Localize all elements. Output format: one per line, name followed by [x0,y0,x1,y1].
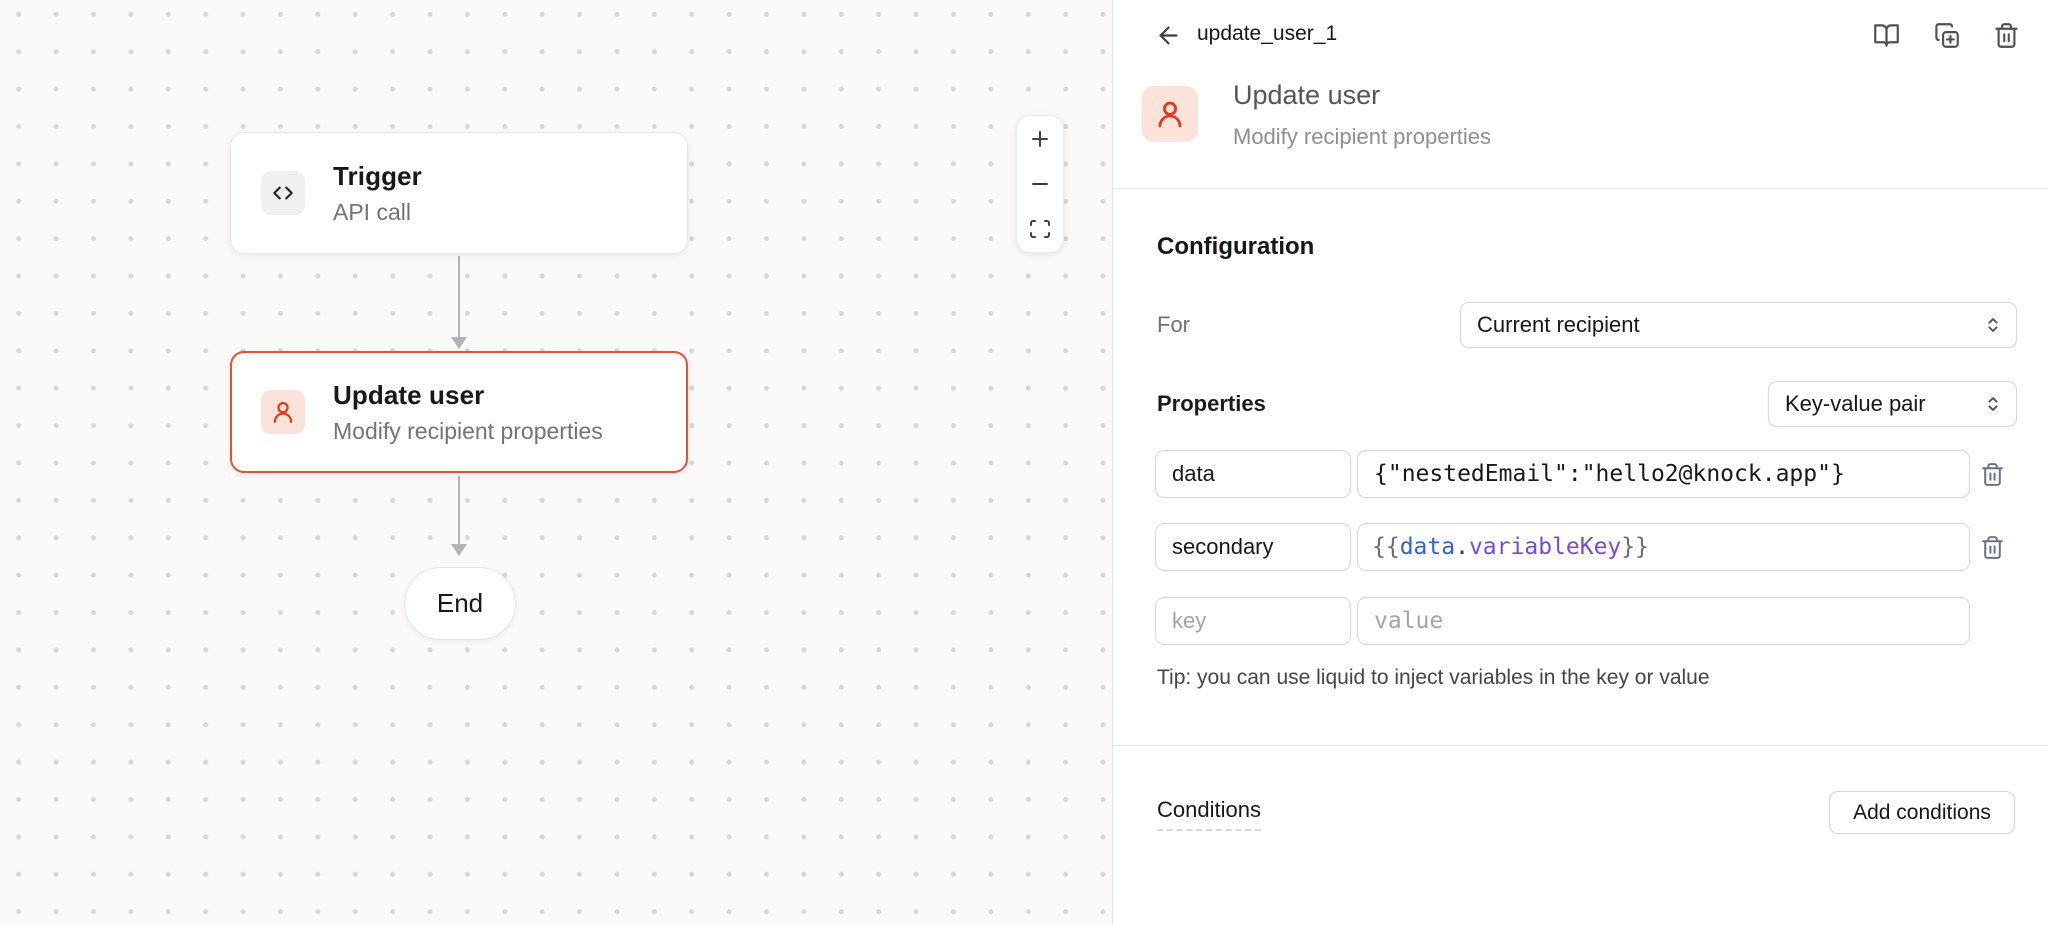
node-subtitle: API call [333,197,422,227]
liquid-dot: . [1455,534,1469,560]
arrowhead-icon [451,544,467,556]
value-input-empty[interactable] [1357,597,1970,645]
chevrons-up-down-icon [1982,393,2004,415]
update-user-node-text: Update user Modify recipient properties [333,378,603,446]
fit-view-icon [1028,217,1052,241]
for-label: For [1157,312,1190,338]
properties-label: Properties [1157,391,1266,417]
node-title: Update user [333,378,603,412]
user-icon [1154,98,1186,130]
minus-icon [1028,172,1052,196]
back-button[interactable] [1151,18,1185,52]
arrow-left-icon [1155,22,1182,49]
conditions-heading: Conditions [1157,797,1261,831]
trash-icon [1980,462,2005,487]
trigger-node-text: Trigger API call [333,159,422,227]
step-key: update_user_1 [1197,22,1337,46]
liquid-property: variableKey [1469,534,1621,560]
section-divider [1113,745,2048,746]
step-hero-icon [1142,86,1198,142]
update-user-node[interactable]: Update user Modify recipient properties [230,351,688,473]
liquid-open-braces: {{ [1372,534,1400,560]
properties-mode-value: Key-value pair [1785,391,1926,417]
zoom-toolbar [1016,115,1064,253]
step-subtitle: Modify recipient properties [1233,122,1491,152]
step-title: Update user [1233,78,1380,112]
end-node[interactable]: End [404,567,516,640]
duplicate-button[interactable] [1926,15,1966,55]
configuration-heading: Configuration [1157,233,1314,261]
row-delete-button[interactable] [1975,530,2009,564]
properties-mode-select[interactable]: Key-value pair [1768,381,2017,427]
liquid-value-field[interactable]: {{data.variableKey}} [1357,523,1970,571]
docs-button[interactable] [1866,15,1906,55]
delete-step-button[interactable] [1986,15,2026,55]
trash-icon [1993,22,2020,49]
for-select[interactable]: Current recipient [1460,302,2017,348]
trigger-node[interactable]: Trigger API call [230,132,688,254]
key-input-empty[interactable] [1155,597,1351,645]
key-input[interactable] [1155,450,1351,498]
for-select-value: Current recipient [1477,312,1640,338]
node-title: Trigger [333,159,422,193]
value-input[interactable] [1357,450,1970,498]
book-open-icon [1873,22,1900,49]
workflow-canvas[interactable]: Trigger API call Update user Modify reci… [0,0,1112,925]
row-delete-button[interactable] [1975,457,2009,491]
plus-icon [1028,127,1052,151]
node-subtitle: Modify recipient properties [333,416,603,446]
header-divider [1113,188,2048,189]
zoom-out-button[interactable] [1017,161,1063,206]
liquid-object: data [1400,534,1455,560]
add-conditions-button[interactable]: Add conditions [1829,791,2015,834]
trash-icon [1980,535,2005,560]
fit-view-button[interactable] [1017,207,1063,252]
chevrons-up-down-icon [1982,314,2004,336]
workflow-editor: Trigger API call Update user Modify reci… [0,0,2048,925]
user-icon [261,390,305,434]
tip-text: Tip: you can use liquid to inject variab… [1157,666,1710,690]
duplicate-icon [1933,22,1960,49]
arrowhead-icon [451,337,467,349]
step-details-panel: update_user_1 [1112,0,2048,925]
zoom-in-button[interactable] [1017,116,1063,161]
liquid-close-braces: }} [1621,534,1649,560]
key-input[interactable] [1155,523,1351,571]
code-icon [261,171,305,215]
panel-actions [1866,15,2026,55]
